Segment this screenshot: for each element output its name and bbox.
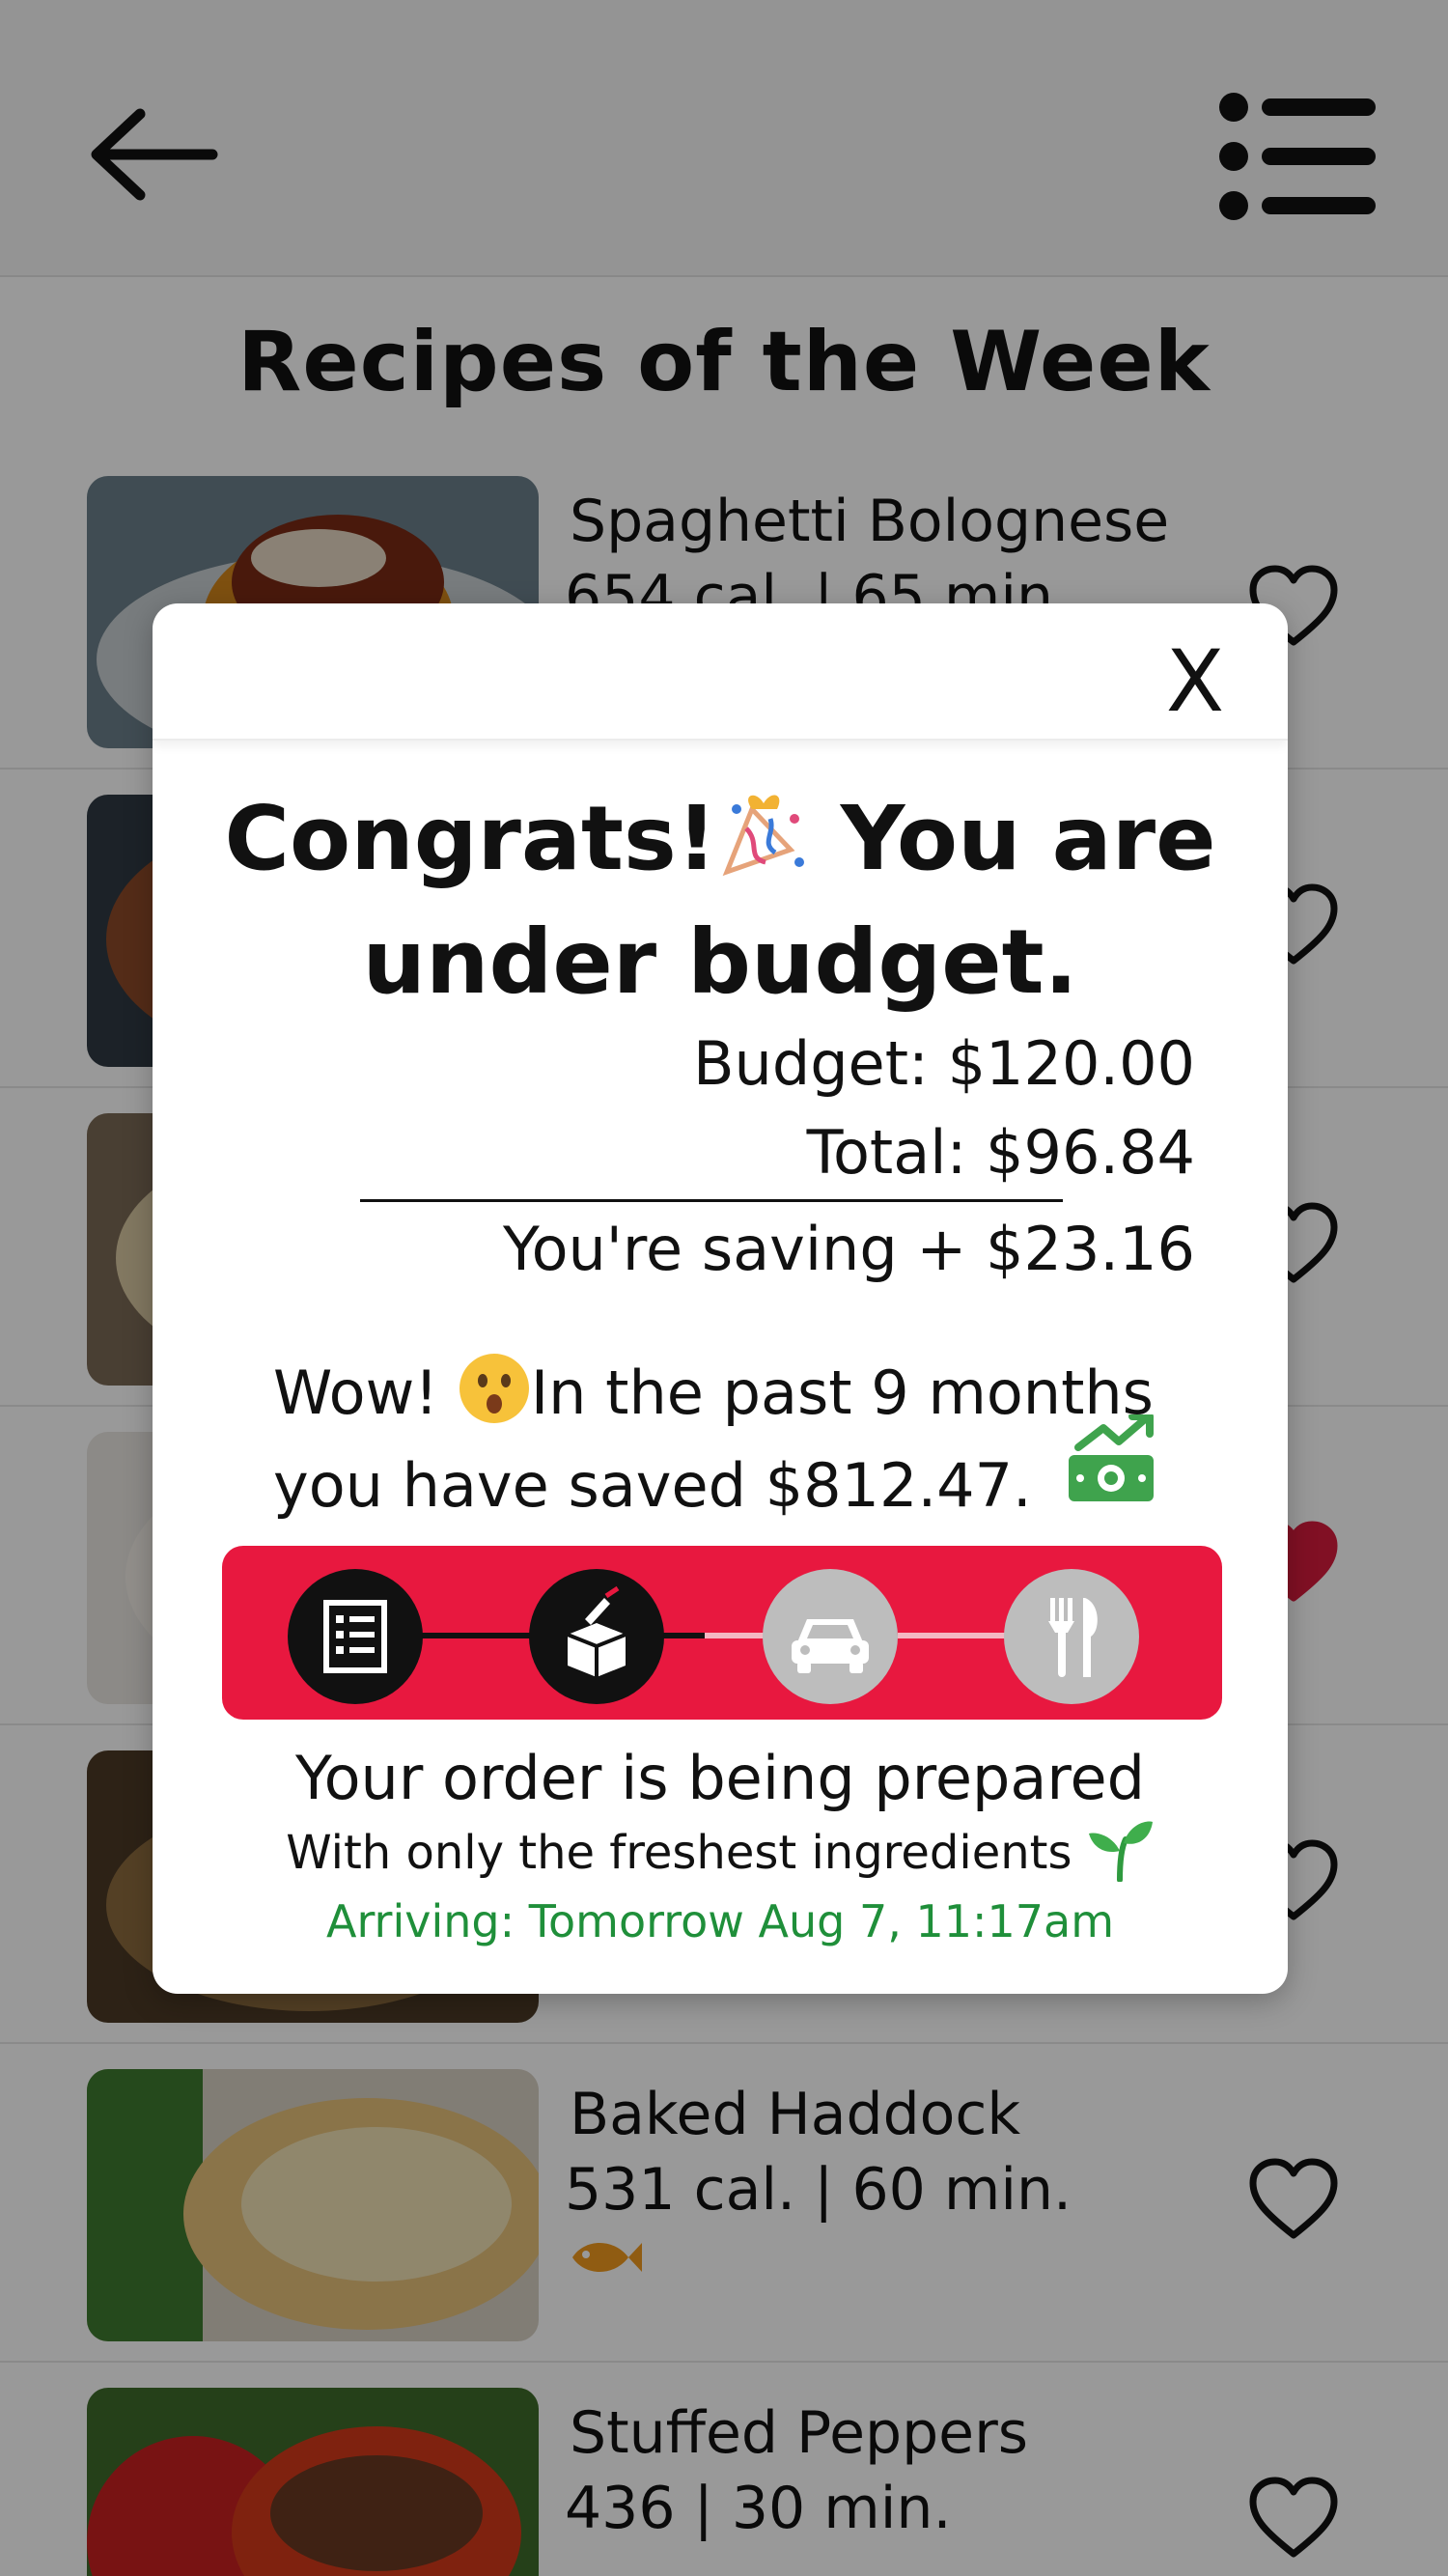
months-text: In the past 9 months	[530, 1358, 1154, 1428]
car-icon	[792, 1619, 869, 1673]
step-preparing	[529, 1569, 664, 1704]
money-trend-icon	[1065, 1413, 1157, 1503]
app-screen: Recipes of the Week Spaghetti Bolognese …	[0, 0, 1448, 2576]
seedling-icon	[1088, 1821, 1153, 1883]
summary-divider	[360, 1199, 1063, 1202]
fork-knife-icon	[1048, 1598, 1098, 1677]
wow-text: Wow!	[273, 1358, 439, 1428]
step-enjoy	[1004, 1569, 1139, 1704]
congrats-text-2: You are	[840, 787, 1216, 890]
congrats-heading: Congrats! You are under budget.	[153, 777, 1288, 1024]
receipt-icon	[323, 1600, 387, 1673]
package-icon	[567, 1585, 627, 1677]
budget-modal: X Congrats! You are under budget. Budget…	[153, 603, 1288, 1994]
order-status-subtitle-text: With only the freshest ingredients	[286, 1826, 1072, 1880]
arrival-time: Arriving: Tomorrow Aug 7, 11:17am	[325, 1895, 1115, 1947]
progress-connector	[415, 1633, 541, 1638]
congrats-text-3: under budget.	[362, 910, 1078, 1014]
saving-line: You're saving + $23.16	[502, 1214, 1195, 1284]
order-progress-tracker	[222, 1546, 1222, 1720]
step-order-received	[288, 1569, 423, 1704]
total-line: Total: $96.84	[806, 1117, 1195, 1188]
astonished-face-icon	[458, 1352, 531, 1425]
order-status-title: Your order is being prepared	[294, 1743, 1146, 1813]
saved-total-text: you have saved $812.47.	[273, 1450, 1032, 1521]
budget-line: Budget: $120.00	[693, 1028, 1195, 1099]
congrats-text: Congrats!	[224, 787, 717, 890]
close-button[interactable]: X	[1152, 638, 1239, 725]
step-delivery	[763, 1569, 898, 1704]
party-popper-icon	[717, 785, 810, 877]
order-status-subtitle: With only the freshest ingredients	[153, 1818, 1288, 1883]
modal-header: X	[153, 603, 1288, 741]
